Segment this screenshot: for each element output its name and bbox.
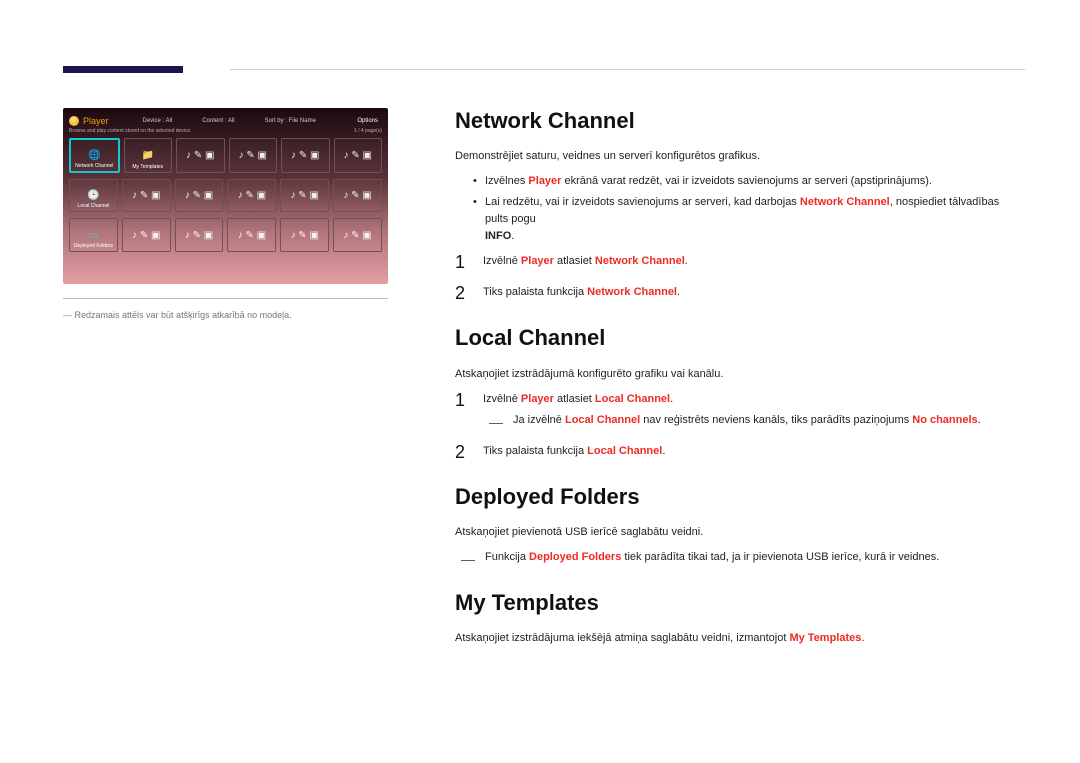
step-item: Izvēlnē Player atlasiet Local Channel. J…	[455, 391, 1025, 429]
clock-icon: 🕒	[87, 190, 99, 201]
grid-cell: ♪ ✎ ▣	[122, 218, 171, 252]
grid-cell: ♪ ✎ ▣	[229, 138, 278, 173]
music-film-icon: ♪ ✎ ▣	[185, 190, 213, 201]
folder-icon: 📁	[142, 150, 154, 161]
filter-device: Device : All	[143, 118, 173, 124]
music-film-icon: ♪ ✎ ▣	[343, 190, 371, 201]
player-filter-bar: Device : All Content : All Sort by : Fil…	[143, 118, 316, 124]
section-local-channel: Local Channel Atskaņojiet izstrādājumā k…	[455, 321, 1025, 459]
header-rule	[230, 69, 1025, 70]
music-film-icon: ♪ ✎ ▣	[132, 230, 160, 241]
music-film-icon: ♪ ✎ ▣	[344, 150, 372, 161]
filter-content: Content : All	[202, 118, 234, 124]
intro-text: Atskaņojiet izstrādājuma iekšējā atmiņa …	[455, 630, 1025, 647]
options-button: Options	[353, 117, 382, 125]
grid-cell-my-templates: 📁 My Templates	[124, 138, 173, 173]
player-title: Player	[83, 116, 109, 126]
heading-network-channel: Network Channel	[455, 104, 1025, 138]
grid-cell: ♪ ✎ ▣	[334, 138, 383, 173]
bullet-item: Lai redzētu, vai ir izveidots savienojum…	[455, 194, 1025, 245]
grid-cell: ♪ ✎ ▣	[280, 218, 329, 252]
note: Ja izvēlnē Local Channel nav reģistrēts …	[483, 412, 1025, 429]
step-list: Izvēlnē Player atlasiet Local Channel. J…	[455, 391, 1025, 460]
grid-cell: ♪ ✎ ▣	[175, 218, 224, 252]
music-film-icon: ♪ ✎ ▣	[343, 230, 371, 241]
player-screenshot: Player Device : All Content : All Sort b…	[63, 108, 388, 284]
grid-cell: ♪ ✎ ▣	[176, 138, 225, 173]
grid-cell: ♪ ✎ ▣	[122, 179, 171, 213]
music-film-icon: ♪ ✎ ▣	[291, 230, 319, 241]
music-film-icon: ♪ ✎ ▣	[291, 150, 319, 161]
grid-cell-local-channel: 🕒 Local Channel	[69, 179, 118, 213]
player-subtitle: Browse and play content stored on the se…	[69, 128, 192, 134]
step-list: Izvēlnē Player atlasiet Network Channel.…	[455, 253, 1025, 301]
grid-cell-deployed-folders: ▭ Deployed Folders	[69, 218, 118, 252]
intro-text: Demonstrējiet saturu, veidnes un serverī…	[455, 148, 1025, 165]
intro-text: Atskaņojiet pievienotā USB ierīcē saglab…	[455, 524, 1025, 541]
section-my-templates: My Templates Atskaņojiet izstrādājuma ie…	[455, 586, 1025, 647]
music-film-icon: ♪ ✎ ▣	[239, 150, 267, 161]
document-content: Network Channel Demonstrējiet saturu, ve…	[455, 104, 1025, 667]
grid-cell: ♪ ✎ ▣	[227, 218, 276, 252]
music-film-icon: ♪ ✎ ▣	[238, 190, 266, 201]
screenshot-caption: Redzamais attēls var būt atšķirīgs atkar…	[63, 310, 292, 320]
music-film-icon: ♪ ✎ ▣	[238, 230, 266, 241]
heading-local-channel: Local Channel	[455, 321, 1025, 355]
grid-cell: ♪ ✎ ▣	[281, 138, 330, 173]
music-film-icon: ♪ ✎ ▣	[186, 150, 214, 161]
heading-deployed-folders: Deployed Folders	[455, 480, 1025, 514]
player-logo-icon	[69, 116, 79, 126]
monitor-icon: ▭	[89, 230, 98, 241]
step-item: Tiks palaista funkcija Local Channel.	[455, 443, 1025, 460]
note: Funkcija Deployed Folders tiek parādīta …	[455, 549, 1025, 566]
music-film-icon: ♪ ✎ ▣	[291, 190, 319, 201]
bullet-item: Izvēlnes Player ekrānā varat redzēt, vai…	[455, 173, 1025, 190]
grid-row-1: 🌐 Network Channel 📁 My Templates ♪ ✎ ▣ ♪…	[69, 138, 382, 173]
intro-text: Atskaņojiet izstrādājumā konfigurēto gra…	[455, 366, 1025, 383]
bullet-list: Izvēlnes Player ekrānā varat redzēt, vai…	[455, 173, 1025, 245]
heading-my-templates: My Templates	[455, 586, 1025, 620]
music-film-icon: ♪ ✎ ▣	[185, 230, 213, 241]
step-item: Tiks palaista funkcija Network Channel.	[455, 284, 1025, 301]
section-deployed-folders: Deployed Folders Atskaņojiet pievienotā …	[455, 480, 1025, 566]
step-item: Izvēlnē Player atlasiet Network Channel.	[455, 253, 1025, 270]
header-accent-bar	[63, 66, 183, 73]
grid-cell: ♪ ✎ ▣	[227, 179, 276, 213]
grid-cell: ♪ ✎ ▣	[280, 179, 329, 213]
caption-rule	[63, 298, 388, 299]
music-film-icon: ♪ ✎ ▣	[132, 190, 160, 201]
section-network-channel: Network Channel Demonstrējiet saturu, ve…	[455, 104, 1025, 301]
grid-cell-network-channel: 🌐 Network Channel	[69, 138, 120, 173]
grid-cell: ♪ ✎ ▣	[333, 218, 382, 252]
filter-sort: Sort by : File Name	[265, 118, 316, 124]
grid-row-3: ▭ Deployed Folders ♪ ✎ ▣ ♪ ✎ ▣ ♪ ✎ ▣ ♪ ✎…	[69, 218, 382, 252]
grid-cell: ♪ ✎ ▣	[333, 179, 382, 213]
calendar-globe-icon: 🌐	[88, 150, 100, 161]
grid-cell: ♪ ✎ ▣	[175, 179, 224, 213]
grid-row-2: 🕒 Local Channel ♪ ✎ ▣ ♪ ✎ ▣ ♪ ✎ ▣ ♪ ✎ ▣ …	[69, 179, 382, 213]
player-page: 1 / 4 page(s)	[354, 128, 382, 134]
